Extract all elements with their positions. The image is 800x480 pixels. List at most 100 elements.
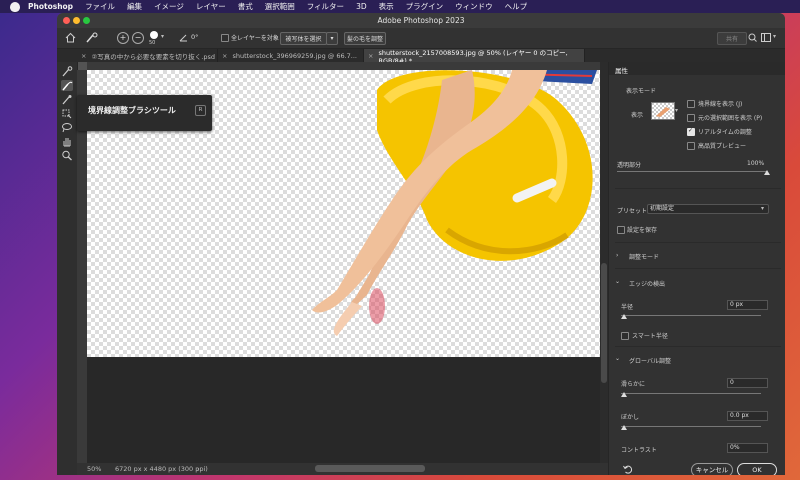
workspace-icon[interactable] — [761, 33, 771, 42]
radius-slider-knob[interactable] — [621, 314, 627, 319]
radius-input[interactable]: 0 px — [727, 300, 768, 310]
radius-slider[interactable] — [621, 315, 761, 316]
menu-help[interactable]: ヘルプ — [505, 1, 528, 12]
smooth-slider[interactable] — [621, 393, 761, 394]
collapse-chevron-icon[interactable]: ⌄ — [615, 278, 620, 285]
view-mode-preview-icon — [652, 103, 674, 119]
close-tab-icon[interactable]: × — [222, 52, 227, 60]
menu-select[interactable]: 選択範囲 — [265, 1, 295, 12]
edge-detection-section[interactable]: エッジの検出 — [629, 279, 665, 288]
sample-all-layers-checkbox[interactable] — [221, 34, 229, 42]
photoshop-window: Adobe Photoshop 2023 + − 50 ▾ 0° 全レイヤーを対… — [57, 13, 785, 475]
document-tab[interactable]: × ②写真の中から必要な要素を切り抜く.psd — [77, 49, 218, 62]
tooltip-title: 境界線調整ブラシツール — [88, 106, 176, 115]
document-tab[interactable]: × shutterstock_396969259.jpg @ 66.7... — [218, 49, 364, 62]
status-chevron-icon[interactable]: › — [197, 465, 200, 473]
smooth-input[interactable]: 0 — [727, 378, 768, 388]
view-mode-thumbnail[interactable] — [651, 102, 675, 120]
preset-label: プリセット — [617, 208, 648, 215]
adjust-mode-section[interactable]: 調整モード — [629, 252, 659, 261]
refine-hair-button[interactable]: 髪の毛を調整 — [344, 32, 386, 45]
menu-filter[interactable]: フィルター — [307, 1, 344, 12]
brush-size-value: 50 — [149, 40, 156, 46]
apple-icon[interactable] — [10, 1, 20, 12]
object-selection-tool-icon[interactable] — [61, 108, 73, 119]
save-settings-checkbox[interactable] — [617, 226, 625, 234]
menu-type[interactable]: 書式 — [238, 1, 253, 12]
brush-tool-icon[interactable] — [61, 94, 73, 105]
brush-size-dot-icon[interactable] — [150, 31, 158, 39]
refine-brush-preset-icon[interactable] — [85, 32, 99, 43]
cancel-button[interactable]: キャンセル — [691, 463, 733, 475]
show-edge-checkbox[interactable] — [687, 100, 695, 108]
smart-radius-checkbox[interactable] — [621, 332, 629, 340]
high-quality-preview-label: 高品質プレビュー — [698, 143, 747, 150]
menu-plugins[interactable]: プラグイン — [406, 1, 444, 12]
realtime-refinement-checkbox[interactable] — [687, 127, 695, 136]
show-edge-label: 境界線を表示 (J) — [698, 101, 743, 108]
tool-tooltip: 境界線調整ブラシツール R — [77, 95, 212, 131]
tab-label: ②写真の中から必要な要素を切り抜く.psd — [91, 52, 215, 61]
properties-tab[interactable]: 属性 — [609, 62, 785, 75]
close-tab-icon[interactable]: × — [368, 52, 373, 60]
opacity-value[interactable]: 100% — [747, 160, 764, 167]
show-original-checkbox[interactable] — [687, 114, 695, 122]
menu-window[interactable]: ウィンドウ — [455, 1, 493, 12]
menu-3d[interactable]: 3D — [356, 2, 367, 11]
refine-edge-brush-tool-icon[interactable] — [61, 80, 73, 91]
menu-layer[interactable]: レイヤー — [196, 1, 226, 12]
feather-slider-knob[interactable] — [621, 425, 627, 430]
brush-options-chevron-icon[interactable]: ▾ — [161, 33, 164, 40]
ok-button[interactable]: OK — [737, 463, 777, 475]
menu-file[interactable]: ファイル — [85, 1, 115, 12]
menu-image[interactable]: イメージ — [154, 1, 184, 12]
horizontal-scroll-thumb[interactable] — [315, 465, 425, 472]
feather-label: ぼかし — [621, 414, 640, 421]
sample-all-layers-label: 全レイヤーを対象 — [231, 35, 279, 42]
feather-slider[interactable] — [621, 426, 761, 427]
vertical-scroll-thumb[interactable] — [601, 263, 607, 383]
window-title: Adobe Photoshop 2023 — [377, 16, 465, 25]
document-info[interactable]: 6720 px x 4480 px (300 ppi) — [115, 465, 208, 473]
feather-input[interactable]: 0.0 px — [727, 411, 768, 421]
opacity-slider-knob[interactable] — [764, 170, 770, 175]
contrast-input[interactable]: 0% — [727, 443, 768, 453]
contrast-label: コントラスト — [621, 447, 657, 454]
zoom-level[interactable]: 50% — [87, 465, 101, 473]
global-adjust-section[interactable]: グローバル調整 — [629, 356, 671, 365]
document-tab-bar: × ②写真の中から必要な要素を切り抜く.psd × shutterstock_396… — [57, 49, 785, 65]
add-to-selection-icon[interactable]: + — [117, 32, 129, 44]
feather-value: 0.0 px — [730, 412, 749, 419]
lasso-tool-icon[interactable] — [61, 122, 73, 133]
hand-tool-icon[interactable] — [61, 136, 73, 147]
select-subject-button[interactable]: 被写体を選択 — [280, 32, 327, 45]
zoom-tool-icon[interactable] — [61, 150, 73, 161]
preset-chevron-icon[interactable]: ▾ — [761, 205, 764, 212]
expand-chevron-icon[interactable]: › — [616, 252, 618, 259]
quick-selection-tool-icon[interactable] — [61, 66, 73, 77]
angle-icon — [179, 34, 187, 42]
subtract-from-selection-icon[interactable]: − — [132, 32, 144, 44]
yellow-float-image — [377, 70, 593, 261]
app-name-menu[interactable]: Photoshop — [28, 2, 73, 11]
workspace-chevron-icon[interactable]: ▾ — [773, 33, 776, 40]
close-tab-icon[interactable]: × — [81, 52, 86, 60]
menu-edit[interactable]: 編集 — [127, 1, 142, 12]
home-icon[interactable] — [65, 32, 76, 43]
preset-dropdown[interactable]: 初期設定 — [647, 204, 769, 214]
angle-value[interactable]: 0° — [191, 33, 198, 41]
collapse-chevron-icon[interactable]: ⌄ — [615, 355, 620, 362]
opacity-slider[interactable] — [617, 171, 767, 172]
reset-icon[interactable] — [623, 465, 633, 474]
document-tab-active[interactable]: × shutterstock_2157008593.jpg @ 50% (レイヤー… — [364, 49, 585, 65]
select-subject-dropdown-icon[interactable]: ▾ — [326, 32, 338, 45]
properties-panel: 属性 表示モード 表示 ▾ 境界線を表示 (J) 元の選択範囲を表示 (P) リ… — [608, 62, 785, 475]
smooth-slider-knob[interactable] — [621, 392, 627, 397]
opacity-label: 透明部分 — [617, 162, 642, 169]
search-icon[interactable] — [748, 33, 757, 42]
menu-view[interactable]: 表示 — [379, 1, 394, 12]
share-button[interactable]: 共有 — [717, 32, 747, 45]
view-mode-chevron-icon[interactable]: ▾ — [675, 107, 678, 114]
contrast-value: 0% — [730, 444, 740, 451]
high-quality-preview-checkbox[interactable] — [687, 142, 695, 150]
